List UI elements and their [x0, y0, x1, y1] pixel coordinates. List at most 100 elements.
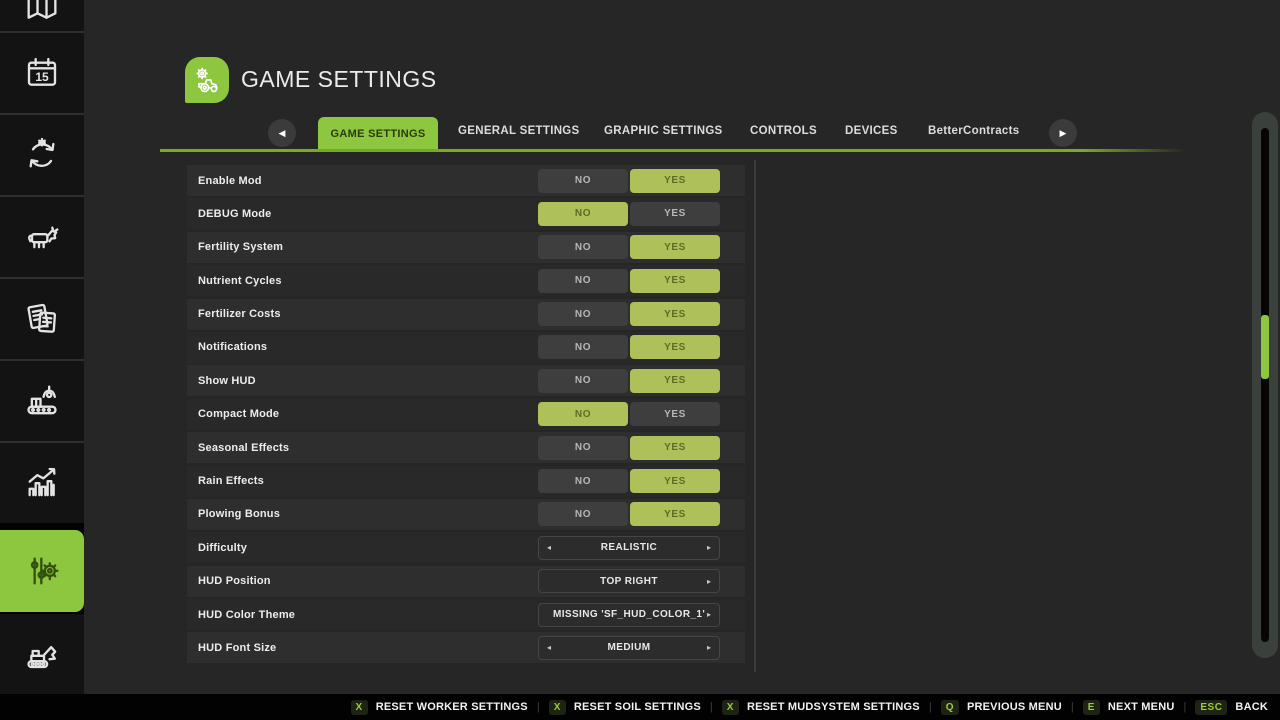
page-icon-badge	[185, 57, 229, 103]
select-prev-arrow-icon[interactable]: ◂	[547, 537, 551, 559]
toggle-compact-mode: NOYES	[538, 402, 720, 426]
keybind-reset-soil-settings[interactable]: XRESET SOIL SETTINGS	[549, 700, 701, 715]
sidebar-separator	[0, 195, 84, 197]
keybind-reset-mudsystem-settings[interactable]: X RESET MUDSYSTEM SETTINGS	[722, 700, 920, 715]
keybind-separator: |	[1184, 701, 1187, 713]
toggle-no-button[interactable]: NO	[538, 169, 628, 193]
toggle-no-button[interactable]: NO	[538, 202, 628, 226]
tab-devices[interactable]: DEVICES	[845, 125, 898, 137]
keybind-reset-worker-settings[interactable]: XRESET WORKER SETTINGS	[351, 700, 528, 715]
select-value: REALISTIC	[601, 542, 657, 553]
tab-graphic-settings[interactable]: GRAPHIC SETTINGS	[604, 125, 723, 137]
setting-label: DEBUG Mode	[198, 208, 272, 220]
toggle-yes-button[interactable]: YES	[630, 302, 720, 326]
sidebar-separator	[0, 277, 84, 279]
tab-general-settings[interactable]: GENERAL SETTINGS	[458, 125, 580, 137]
setting-row-hud-color-theme: HUD Color Theme MISSING 'SF_HUD_COLOR_1' …	[187, 599, 745, 630]
toggle-no-button[interactable]: NO	[538, 369, 628, 393]
setting-label: Fertilizer Costs	[198, 308, 281, 320]
select-prev-arrow-icon[interactable]: ◂	[547, 637, 551, 659]
toggle-no-button[interactable]: NO	[538, 402, 628, 426]
toggle-yes-button[interactable]: YES	[630, 335, 720, 359]
sidebar-item-animals[interactable]	[0, 197, 84, 277]
toggle-yes-button[interactable]: YES	[630, 169, 720, 193]
toggle-notifications: NOYES	[538, 335, 720, 359]
setting-control: NOYES	[538, 502, 720, 526]
setting-label: Difficulty	[198, 542, 247, 554]
scrollbar-track[interactable]	[1261, 128, 1269, 642]
animals-icon	[22, 217, 62, 257]
setting-row-fertilizer-costs: Fertilizer Costs NOYES	[187, 299, 745, 330]
select-hud-color-theme[interactable]: MISSING 'SF_HUD_COLOR_1' L...▸	[538, 603, 720, 627]
keybind-label: NEXT MENU	[1108, 701, 1175, 713]
toggle-no-button[interactable]: NO	[538, 235, 628, 259]
sidebar-item-calendar[interactable]: 15	[0, 33, 84, 113]
toggle-no-button[interactable]: NO	[538, 335, 628, 359]
setting-label: HUD Position	[198, 575, 271, 587]
toggle-no-button[interactable]: NO	[538, 269, 628, 293]
toggle-no-button[interactable]: NO	[538, 436, 628, 460]
toggle-no-button[interactable]: NO	[538, 469, 628, 493]
toggle-show-hud: NOYES	[538, 369, 720, 393]
toggle-yes-button[interactable]: YES	[630, 202, 720, 226]
setting-row-hud-font-size: HUD Font Size◂MEDIUM▸	[187, 632, 745, 663]
keybind-back[interactable]: ESCBACK	[1195, 700, 1268, 715]
setting-control: NOYES	[538, 369, 720, 393]
tab-bettercontracts[interactable]: BetterContracts	[928, 125, 1019, 137]
tab-prev-button[interactable]: ◀	[268, 119, 296, 147]
sidebar-item-map[interactable]	[0, 0, 84, 31]
crop-rotation-icon	[22, 135, 62, 175]
keybind-label: RESET MUDSYSTEM SETTINGS	[747, 701, 920, 713]
tab-game-settings[interactable]: GAME SETTINGS	[318, 117, 438, 151]
map-icon	[22, 0, 62, 25]
toggle-yes-button[interactable]: YES	[630, 235, 720, 259]
sidebar-item-production[interactable]	[0, 361, 84, 441]
setting-label: Plowing Bonus	[198, 508, 280, 520]
toggle-no-button[interactable]: NO	[538, 302, 628, 326]
settings-icon	[22, 551, 62, 591]
toggle-no-button[interactable]: NO	[538, 502, 628, 526]
select-next-arrow-icon[interactable]: ▸	[707, 570, 711, 592]
toggle-nutrient-cycles: NOYES	[538, 269, 720, 293]
toggle-yes-button[interactable]: YES	[630, 469, 720, 493]
sidebar-item-crop-rotation[interactable]	[0, 115, 84, 195]
keybind-previous-menu[interactable]: QPREVIOUS MENU	[941, 700, 1062, 715]
select-next-arrow-icon[interactable]: ▸	[707, 537, 711, 559]
contracts-icon	[22, 299, 62, 339]
setting-control: NOYES	[538, 235, 720, 259]
select-hud-position[interactable]: TOP RIGHT▸	[538, 569, 720, 593]
select-difficulty[interactable]: ◂ REALISTIC ▸	[538, 536, 720, 560]
select-hud-font-size[interactable]: ◂ MEDIUM ▸	[538, 636, 720, 660]
toggle-yes-button[interactable]: YES	[630, 269, 720, 293]
toggle-yes-button[interactable]: YES	[630, 436, 720, 460]
sidebar-item-contracts[interactable]	[0, 279, 84, 359]
select-next-arrow-icon[interactable]: ▸	[707, 637, 711, 659]
tab-controls[interactable]: CONTROLS	[750, 125, 817, 137]
tab-next-button[interactable]: ▶	[1049, 119, 1077, 147]
keybind-bar: XRESET WORKER SETTINGS | XRESET SOIL SETTI…	[0, 694, 1280, 720]
scrollbar-thumb[interactable]	[1261, 315, 1269, 379]
keybind-next-menu[interactable]: ENEXT MENU	[1083, 700, 1175, 715]
keybind-separator: |	[710, 701, 713, 713]
toggle-fertilizer-costs: NOYES	[538, 302, 720, 326]
panel-divider	[754, 160, 756, 672]
select-next-arrow-icon[interactable]: ▸	[707, 604, 711, 626]
select-value: MEDIUM	[608, 642, 651, 653]
sidebar-item-settings[interactable]	[0, 530, 84, 612]
toggle-yes-button[interactable]: YES	[630, 402, 720, 426]
sidebar-item-construction[interactable]	[0, 614, 84, 694]
sidebar-separator	[0, 359, 84, 361]
tab-underline	[160, 149, 1185, 152]
sidebar-item-statistics[interactable]	[0, 443, 84, 523]
calendar-day: 15	[35, 70, 49, 84]
setting-row-rain-effects: Rain EffectsNOYES	[187, 466, 745, 497]
toggle-yes-button[interactable]: YES	[630, 369, 720, 393]
setting-label: HUD Color Theme	[198, 609, 295, 621]
key-badge: X	[722, 700, 739, 715]
keybind-separator: |	[1071, 701, 1074, 713]
toggle-yes-button[interactable]: YES	[630, 502, 720, 526]
settings-list: Enable ModNOYESDEBUG ModeNOYESFertility …	[187, 165, 745, 666]
key-badge: X	[351, 700, 368, 715]
setting-label: Enable Mod	[198, 175, 262, 187]
setting-control: NOYES	[538, 402, 720, 426]
